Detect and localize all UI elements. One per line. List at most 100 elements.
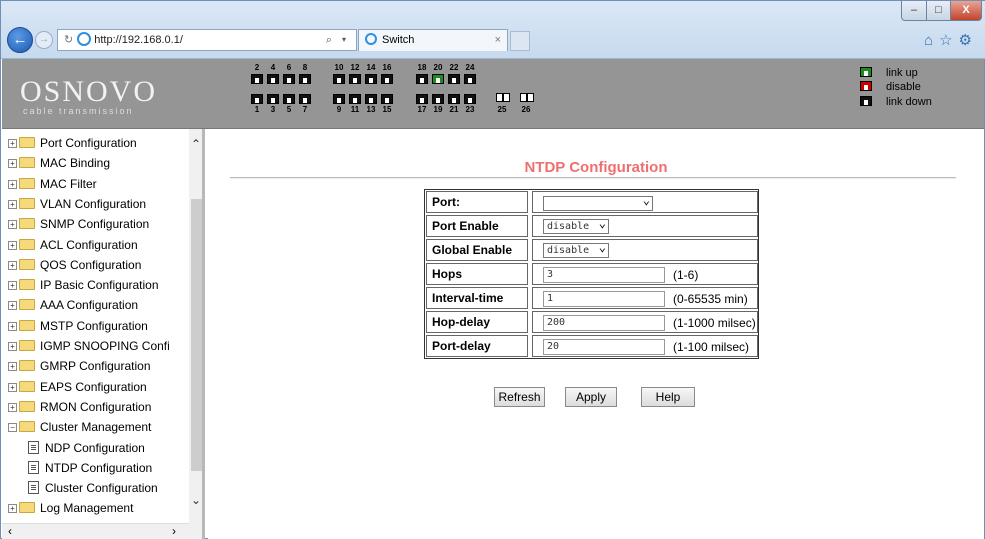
sidebar-item-mac-binding[interactable]: + MAC Binding	[8, 153, 110, 173]
minimize-button[interactable]: –	[901, 1, 927, 21]
apply-button[interactable]: Apply	[565, 387, 617, 407]
port-17-icon[interactable]	[416, 94, 428, 104]
star-icon[interactable]: ☆	[939, 32, 958, 49]
navigation-tree: + Port Configuration + MAC Binding + MAC Filt…	[2, 129, 205, 539]
expand-icon[interactable]: +	[8, 504, 17, 513]
port-delay-input[interactable]: 20	[543, 339, 665, 355]
new-tab-button[interactable]	[510, 31, 530, 51]
port-20-icon[interactable]	[432, 74, 444, 84]
uplink-port-25-icon[interactable]	[496, 93, 503, 102]
sidebar-item-ntdp-configuration[interactable]: NTDP Configuration	[28, 458, 152, 478]
port-4-icon[interactable]	[267, 74, 279, 84]
sidebar-item-qos-configuration[interactable]: + QOS Configuration	[8, 255, 141, 275]
port-2-icon[interactable]	[251, 74, 263, 84]
scroll-left-icon[interactable]: ‹	[8, 524, 12, 538]
maximize-button[interactable]: □	[926, 1, 951, 21]
port-enable-select[interactable]: disable ⌄	[543, 217, 609, 234]
port-6-icon[interactable]	[283, 74, 295, 84]
port-number-14: 14	[366, 63, 376, 72]
port-16-icon[interactable]	[381, 74, 393, 84]
refresh-icon[interactable]: ↻	[64, 34, 73, 46]
port-3-icon[interactable]	[267, 94, 279, 104]
port-13-icon[interactable]	[365, 94, 377, 104]
expand-icon[interactable]: +	[8, 383, 17, 392]
uplink-port-26-icon[interactable]	[527, 93, 534, 102]
scroll-down-icon[interactable]: ⌄	[191, 493, 201, 507]
expand-icon[interactable]: +	[8, 139, 17, 148]
port-7-icon[interactable]	[299, 94, 311, 104]
search-icon[interactable]: ⌕	[326, 30, 332, 50]
sidebar-item-snmp-configuration[interactable]: + SNMP Configuration	[8, 214, 149, 234]
port-select[interactable]: ⌄	[543, 194, 653, 211]
sidebar-item-cluster-management[interactable]: − Cluster Management	[8, 417, 151, 437]
gear-icon[interactable]: ⚙	[959, 32, 978, 49]
refresh-button[interactable]: Refresh	[494, 387, 545, 407]
collapse-icon[interactable]: −	[8, 423, 17, 432]
interval-time-input[interactable]: 1	[543, 291, 665, 307]
sidebar-item-acl-configuration[interactable]: + ACL Configuration	[8, 235, 138, 255]
port-22-icon[interactable]	[448, 74, 460, 84]
sidebar-item-port-configuration[interactable]: + Port Configuration	[8, 133, 137, 153]
browser-tab[interactable]: Switch ×	[358, 29, 508, 51]
port-10-icon[interactable]	[333, 74, 345, 84]
help-button[interactable]: Help	[641, 387, 695, 407]
expand-icon[interactable]: +	[8, 301, 17, 310]
sidebar-item-cluster-configuration[interactable]: Cluster Configuration	[28, 478, 158, 498]
scroll-right-icon[interactable]: ›	[172, 524, 176, 538]
port-18-icon[interactable]	[416, 74, 428, 84]
sidebar-item-gmrp-configuration[interactable]: + GMRP Configuration	[8, 356, 151, 376]
port-14-icon[interactable]	[365, 74, 377, 84]
back-arrow-icon[interactable]: ←	[7, 27, 33, 53]
sidebar-item-log-management[interactable]: + Log Management	[8, 498, 133, 518]
port-11-icon[interactable]	[349, 94, 361, 104]
global-enable-select[interactable]: disable ⌄	[543, 241, 609, 258]
horizontal-scrollbar[interactable]: ‹ ›	[2, 523, 189, 539]
port-15-icon[interactable]	[381, 94, 393, 104]
expand-icon[interactable]: +	[8, 200, 17, 209]
sidebar-item-ip-basic-configuration[interactable]: + IP Basic Configuration	[8, 275, 159, 295]
expand-icon[interactable]: +	[8, 261, 17, 270]
expand-icon[interactable]: +	[8, 322, 17, 331]
close-button[interactable]: X	[950, 1, 982, 21]
expand-icon[interactable]: +	[8, 241, 17, 250]
expand-icon[interactable]: +	[8, 220, 17, 229]
home-icon[interactable]: ⌂	[924, 32, 939, 49]
expand-icon[interactable]: +	[8, 362, 17, 371]
port-8-icon[interactable]	[299, 74, 311, 84]
port-24-icon[interactable]	[464, 74, 476, 84]
ie-logo-icon	[77, 32, 92, 46]
expand-icon[interactable]: +	[8, 159, 17, 168]
device-banner: OSNOVO cable transmission 2 1 4 3 6 5 8 7 10 9 12 1…	[2, 59, 984, 129]
sidebar-item-ndp-configuration[interactable]: NDP Configuration	[28, 438, 145, 458]
port-23-icon[interactable]	[464, 94, 476, 104]
scroll-up-icon[interactable]: ⌃	[191, 137, 201, 151]
sidebar-item-mstp-configuration[interactable]: + MSTP Configuration	[8, 316, 148, 336]
expand-icon[interactable]: +	[8, 281, 17, 290]
port-5-icon[interactable]	[283, 94, 295, 104]
port-number-4: 4	[270, 63, 276, 72]
scrollbar-thumb[interactable]	[191, 199, 202, 471]
port-9-icon[interactable]	[333, 94, 345, 104]
address-bar[interactable]: ↻ http://192.168.0.1/ ⌕ ▾	[57, 29, 357, 51]
expand-icon[interactable]: +	[8, 403, 17, 412]
expand-icon[interactable]: +	[8, 180, 17, 189]
hops-input[interactable]: 3	[543, 267, 665, 283]
sidebar-item-rmon-configuration[interactable]: + RMON Configuration	[8, 397, 151, 417]
port-21-icon[interactable]	[448, 94, 460, 104]
sidebar-item-aaa-configuration[interactable]: + AAA Configuration	[8, 295, 138, 315]
uplink-port-26-icon[interactable]	[520, 93, 527, 102]
port-1-icon[interactable]	[251, 94, 263, 104]
port-19-icon[interactable]	[432, 94, 444, 104]
sidebar-item-mac-filter[interactable]: + MAC Filter	[8, 174, 97, 194]
port-number-13: 13	[366, 105, 376, 114]
expand-icon[interactable]: +	[8, 342, 17, 351]
uplink-port-25-icon[interactable]	[503, 93, 510, 102]
sidebar-item-igmp-snooping-confi[interactable]: + IGMP SNOOPING Confi	[8, 336, 170, 356]
tab-close-icon[interactable]: ×	[495, 30, 501, 50]
chevron-down-icon[interactable]: ▾	[342, 30, 346, 50]
port-12-icon[interactable]	[349, 74, 361, 84]
hop-delay-input[interactable]: 200	[543, 315, 665, 331]
sidebar-item-vlan-configuration[interactable]: + VLAN Configuration	[8, 194, 146, 214]
forward-arrow-icon[interactable]: →	[35, 31, 53, 49]
sidebar-item-eaps-configuration[interactable]: + EAPS Configuration	[8, 377, 147, 397]
